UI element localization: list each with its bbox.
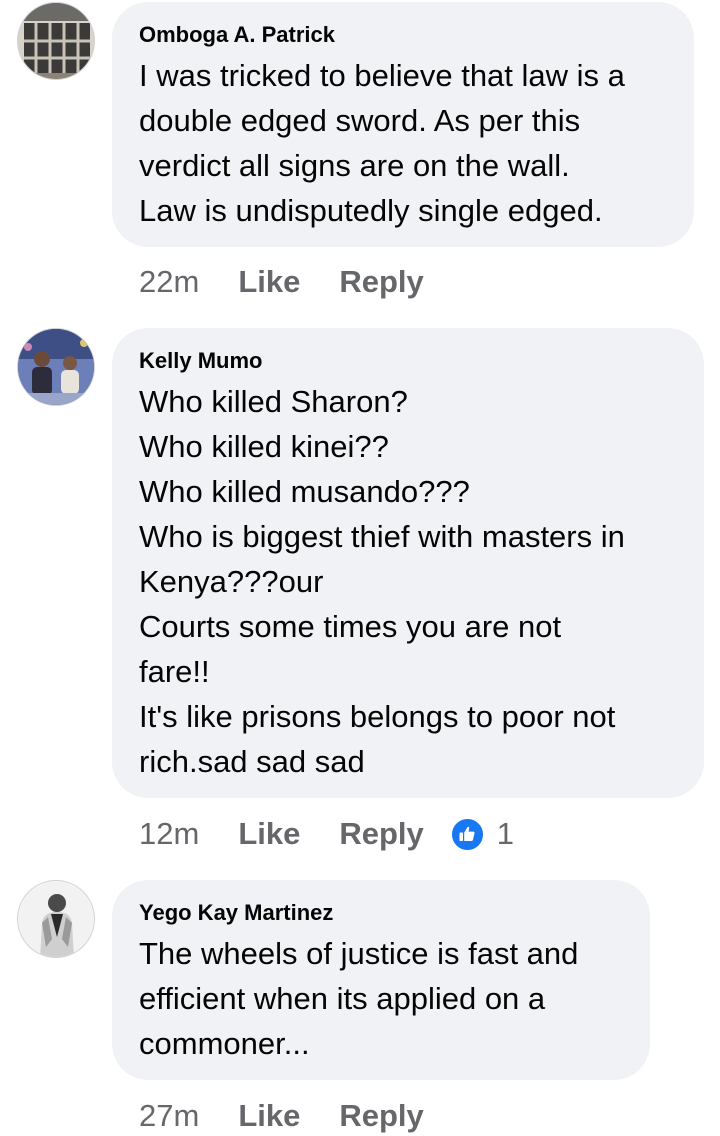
comment-actions: 12m Like Reply 1 — [139, 814, 514, 854]
like-button[interactable]: Like — [238, 264, 300, 300]
comment-author[interactable]: Yego Kay Martinez — [139, 898, 624, 928]
comment-line: Courts some times you are not — [139, 609, 562, 644]
comment-line: double edged sword. As per this — [139, 103, 581, 138]
comment-line: The wheels of justice is fast and — [139, 936, 579, 971]
like-button[interactable]: Like — [238, 816, 300, 852]
comment-line: Law is undisputedly single edged. — [139, 193, 603, 228]
comment-item: Yego Kay Martinez The wheels of justice … — [0, 870, 720, 1135]
comment-line: commoner... — [139, 1026, 310, 1061]
comment-line: fare!! — [139, 654, 210, 689]
comment-bubble: Yego Kay Martinez The wheels of justice … — [112, 880, 650, 1080]
comment-line: Who killed kinei?? — [139, 429, 389, 464]
comment-line: Kenya???our — [139, 564, 324, 599]
comment-author[interactable]: Omboga A. Patrick — [139, 20, 668, 50]
comment-timestamp[interactable]: 22m — [139, 264, 199, 300]
profile-photo-person-icon — [18, 881, 94, 957]
comment-line: rich.sad sad sad — [139, 744, 365, 779]
comment-item: Omboga A. Patrick I was tricked to belie… — [0, 0, 720, 310]
reply-button[interactable]: Reply — [339, 816, 423, 852]
comment-timestamp[interactable]: 12m — [139, 816, 199, 852]
reaction-summary[interactable]: 1 — [449, 816, 515, 852]
comment-text: I was tricked to believe that law is a d… — [139, 53, 668, 233]
avatar[interactable] — [17, 328, 95, 406]
avatar[interactable] — [17, 2, 95, 80]
comment-line: verdict all signs are on the wall. — [139, 148, 570, 183]
comment-actions: 27m Like Reply — [139, 1096, 424, 1136]
comment-text: The wheels of justice is fast and effici… — [139, 931, 624, 1066]
comment-bubble: Omboga A. Patrick I was tricked to belie… — [112, 2, 694, 247]
comment-line: efficient when its applied on a — [139, 981, 546, 1016]
comment-line: Who killed musando??? — [139, 474, 470, 509]
reply-button[interactable]: Reply — [339, 264, 423, 300]
comment-line: It's like prisons belongs to poor not — [139, 699, 616, 734]
reaction-count: 1 — [496, 816, 515, 851]
comment-text: Who killed Sharon? Who killed kinei?? Wh… — [139, 379, 678, 784]
comment-line: Who killed Sharon? — [139, 384, 408, 419]
reply-button[interactable]: Reply — [339, 1098, 423, 1134]
like-button[interactable]: Like — [238, 1098, 300, 1134]
profile-photo-window-icon — [18, 3, 94, 79]
avatar[interactable] — [17, 880, 95, 958]
comment-line: I was tricked to believe that law is a — [139, 58, 625, 93]
comment-author[interactable]: Kelly Mumo — [139, 346, 678, 376]
comment-actions: 22m Like Reply — [139, 262, 424, 302]
comment-line: Who is biggest thief with masters in — [139, 519, 625, 554]
comment-item: Kelly Mumo Who killed Sharon? Who killed… — [0, 310, 720, 870]
thumbs-up-icon — [449, 816, 485, 852]
comment-bubble: Kelly Mumo Who killed Sharon? Who killed… — [112, 328, 704, 798]
comment-timestamp[interactable]: 27m — [139, 1098, 199, 1134]
profile-photo-group-icon — [18, 329, 94, 405]
